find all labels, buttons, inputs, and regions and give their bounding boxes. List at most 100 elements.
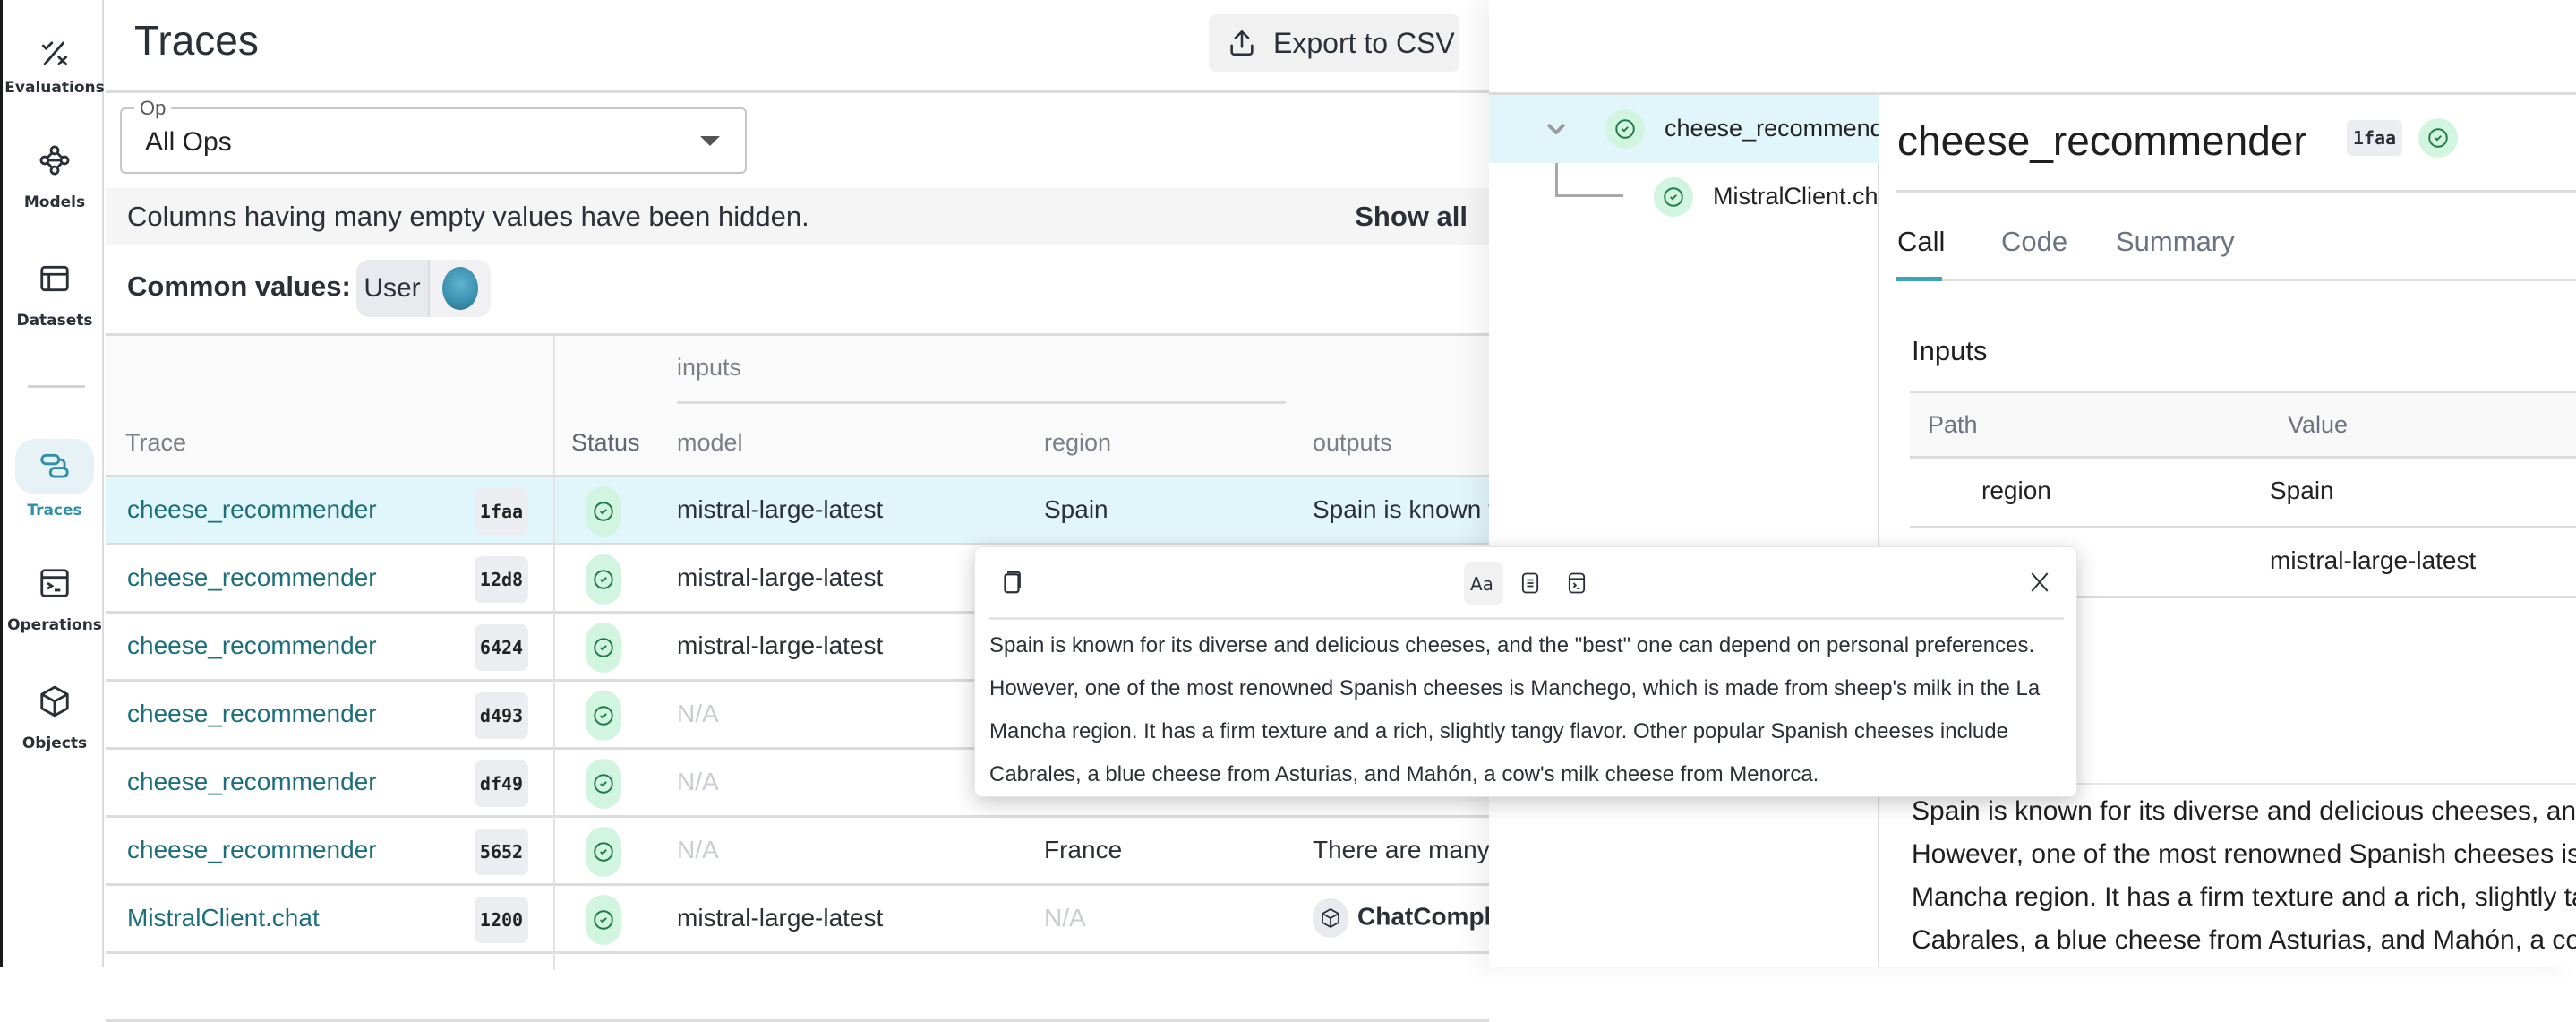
trace-name-link[interactable]: cheese_recommender	[127, 836, 377, 864]
copy-icon[interactable]	[998, 569, 1025, 600]
tabs-track	[1896, 279, 2576, 281]
show-all-button[interactable]: Show all	[1355, 201, 1468, 233]
nav-label: Evaluations	[4, 79, 105, 97]
chip-user-label: User	[356, 260, 430, 317]
nav-label: Operations	[7, 616, 102, 634]
markdown-mode-icon[interactable]	[1511, 562, 1550, 605]
export-label: Export to CSV	[1273, 26, 1455, 59]
table-row[interactable]: cheese_recommender 5652 N/A France There are…	[106, 818, 1490, 886]
call-tree: cheese_recommend MistralClient.ch	[1489, 95, 1879, 967]
col-status[interactable]: Status	[571, 429, 640, 457]
op-select[interactable]: Op All Ops	[120, 97, 747, 174]
output-line: Mancha region. It has a firm texture and…	[1912, 882, 2576, 912]
outputs-cell[interactable]: There are many	[1313, 836, 1490, 864]
chevron-down-icon[interactable]	[1543, 115, 1570, 146]
trace-name-link[interactable]: cheese_recommender	[127, 768, 377, 796]
col-value: Value	[2288, 411, 2349, 438]
col-model[interactable]: model	[677, 429, 743, 457]
digest-badge: 12d8	[475, 556, 528, 603]
trace-name-link[interactable]: cheese_recommender	[127, 495, 377, 524]
popover-divider	[989, 617, 2064, 620]
nav-divider	[28, 385, 85, 388]
model-cell: mistral-large-latest	[677, 904, 884, 932]
model-cell: N/A	[677, 836, 719, 863]
text-mode-icon[interactable]: Aa	[1464, 562, 1503, 605]
region-cell: N/A	[1044, 904, 1086, 932]
success-icon	[1605, 109, 1645, 149]
tab-summary[interactable]: Summary	[2116, 226, 2235, 258]
tree-connector	[1555, 163, 1623, 197]
digest-badge: 5652	[475, 829, 528, 875]
output-line: However, one of the most renowned Spanis…	[1912, 839, 2576, 869]
output-value: Spain is known for its diverse and delic…	[1912, 790, 2576, 962]
nav-item-operations[interactable]: Operations	[5, 555, 104, 634]
op-select-value: All Ops	[145, 127, 232, 157]
nav-item-evaluations[interactable]: Evaluations	[4, 25, 105, 97]
tab-code[interactable]: Code	[2001, 226, 2067, 258]
detail-divider	[1896, 190, 2576, 193]
trace-name-link[interactable]: cheese_recommender	[127, 700, 377, 728]
nav-item-traces[interactable]: Traces	[5, 439, 104, 520]
nav-item-models[interactable]: Models	[5, 133, 104, 211]
upload-icon	[1227, 28, 1257, 58]
model-cell: mistral-large-latest	[677, 631, 884, 659]
outputs-cell[interactable]: Spain is known f	[1313, 495, 1495, 524]
common-value-chip[interactable]: User	[356, 260, 491, 317]
success-icon	[586, 895, 621, 945]
tree-node-root[interactable]: cheese_recommend	[1489, 95, 1879, 163]
close-icon[interactable]	[2026, 569, 2053, 600]
view-mode-toggle: Aa	[1464, 562, 1596, 605]
model-cell: N/A	[677, 700, 719, 727]
tree-node-child[interactable]: MistralClient.ch	[1713, 183, 1879, 210]
nav-item-datasets[interactable]: Datasets	[5, 251, 104, 330]
input-value: Spain	[2270, 477, 2334, 504]
col-group-inputs: inputs	[677, 354, 742, 381]
code-mode-icon[interactable]	[1557, 562, 1596, 605]
export-csv-button[interactable]: Export to CSV	[1209, 14, 1459, 72]
caret-down-icon	[700, 136, 720, 146]
digest-badge: d493	[475, 692, 528, 739]
object-icon	[1313, 898, 1348, 938]
trace-name-link[interactable]: cheese_recommender	[127, 563, 377, 592]
operations-icon	[37, 565, 73, 601]
table-row[interactable]	[106, 954, 1489, 1022]
col-path: Path	[1928, 411, 1978, 438]
trace-name-link[interactable]: cheese_recommender	[127, 631, 377, 660]
trace-name-link[interactable]: MistralClient.chat	[127, 904, 320, 932]
table-header: Trace Status inputs model region outputs	[106, 336, 1489, 477]
region-cell: Spain	[1044, 495, 1108, 523]
call-detail: cheese_recommender 1faa Call Code Summar…	[1881, 95, 2576, 967]
call-title: cheese_recommender	[1897, 117, 2307, 164]
model-cell: N/A	[677, 768, 719, 795]
success-icon	[2418, 118, 2458, 158]
hidden-columns-notice: Columns having many empty values have be…	[106, 188, 1489, 245]
traces-icon	[37, 449, 73, 485]
col-outputs[interactable]: outputs	[1313, 429, 1392, 457]
col-trace[interactable]: Trace	[125, 429, 186, 457]
col-region[interactable]: region	[1044, 429, 1111, 457]
nav-item-objects[interactable]: Objects	[5, 674, 104, 752]
page-title: Traces	[134, 17, 259, 64]
op-select-label: Op	[134, 97, 172, 120]
inputs-group-underline	[677, 401, 1286, 404]
tab-call[interactable]: Call	[1897, 226, 1945, 258]
model-cell: mistral-large-latest	[677, 495, 884, 523]
input-path: region	[1981, 477, 2051, 504]
nav-label: Datasets	[16, 312, 93, 330]
notice-text: Columns having many empty values have be…	[127, 201, 809, 232]
tree-node-label: cheese_recommend	[1665, 115, 1879, 142]
input-value: mistral-large-latest	[2270, 546, 2477, 574]
success-icon	[586, 554, 621, 605]
common-values-label: Common values:	[127, 271, 351, 302]
column-divider	[553, 336, 555, 970]
value-popover: Aa Spain is known for its diverse and de…	[974, 546, 2077, 797]
table-row[interactable]: MistralClient.chat 1200 mistral-large-late…	[106, 886, 1505, 954]
success-icon	[586, 759, 621, 809]
output-object-name: ChatComple	[1357, 902, 1505, 931]
side-nav: Evaluations Models Datasets Traces Opera…	[0, 0, 105, 967]
output-object-ref[interactable]: ChatComple	[1313, 898, 1505, 938]
nav-label: Objects	[21, 734, 88, 752]
inputs-heading: Inputs	[1912, 335, 1988, 366]
digest-badge: 1faa	[2347, 120, 2402, 156]
table-row[interactable]: cheese_recommender 1faa mistral-large-late…	[106, 477, 1495, 545]
